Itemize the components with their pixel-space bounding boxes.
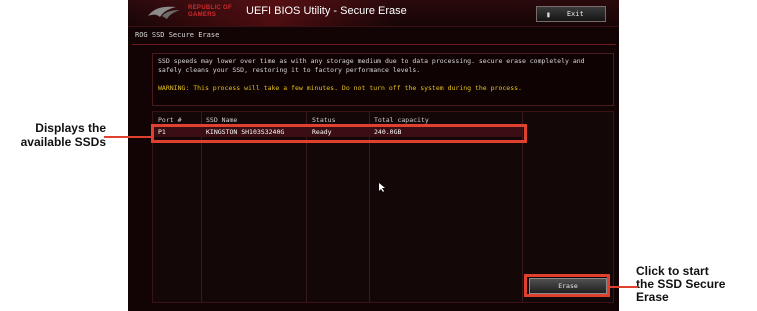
section-title: ROG SSD Secure Erase xyxy=(135,31,220,39)
bios-window: REPUBLIC OF GAMERS UEFI BIOS Utility - S… xyxy=(128,0,619,311)
header-status: Status xyxy=(312,116,336,124)
left-callout-line-2: available SSDs xyxy=(20,135,106,149)
section-divider xyxy=(132,44,616,45)
ssd-row-highlight xyxy=(151,124,527,143)
header-capacity: Total capacity xyxy=(374,116,429,124)
mouse-pointer-icon xyxy=(379,183,385,192)
right-callout-line-3: Erase xyxy=(636,290,669,304)
left-leader-line xyxy=(104,136,152,138)
exit-button-label: Exit xyxy=(566,10,584,18)
right-callout: Click to start the SSD Secure Erase xyxy=(636,265,757,304)
title-bar: REPUBLIC OF GAMERS UEFI BIOS Utility - S… xyxy=(128,0,619,27)
right-leader-line xyxy=(608,286,638,288)
erase-button-highlight xyxy=(524,274,610,297)
exit-door-icon: ▮ xyxy=(546,9,551,19)
description-text: SSD speeds may lower over time as with a… xyxy=(158,57,585,74)
rog-logo-icon xyxy=(148,6,180,19)
brand-line-1: REPUBLIC OF xyxy=(188,5,232,11)
left-callout-line-1: Displays the xyxy=(35,121,106,135)
window-title: UEFI BIOS Utility - Secure Erase xyxy=(246,5,407,17)
exit-button[interactable]: ▮ Exit xyxy=(536,6,606,22)
header-port: Port # xyxy=(158,116,182,124)
warning-text: WARNING: This process will take a few mi… xyxy=(158,84,522,92)
left-callout: Displays the available SSDs xyxy=(0,121,106,149)
brand-line-2: GAMERS xyxy=(188,12,217,18)
description-box: SSD speeds may lower over time as with a… xyxy=(152,53,614,106)
brand-label: REPUBLIC OF GAMERS xyxy=(188,5,232,19)
header-ssd-name: SSD Name xyxy=(206,116,238,124)
